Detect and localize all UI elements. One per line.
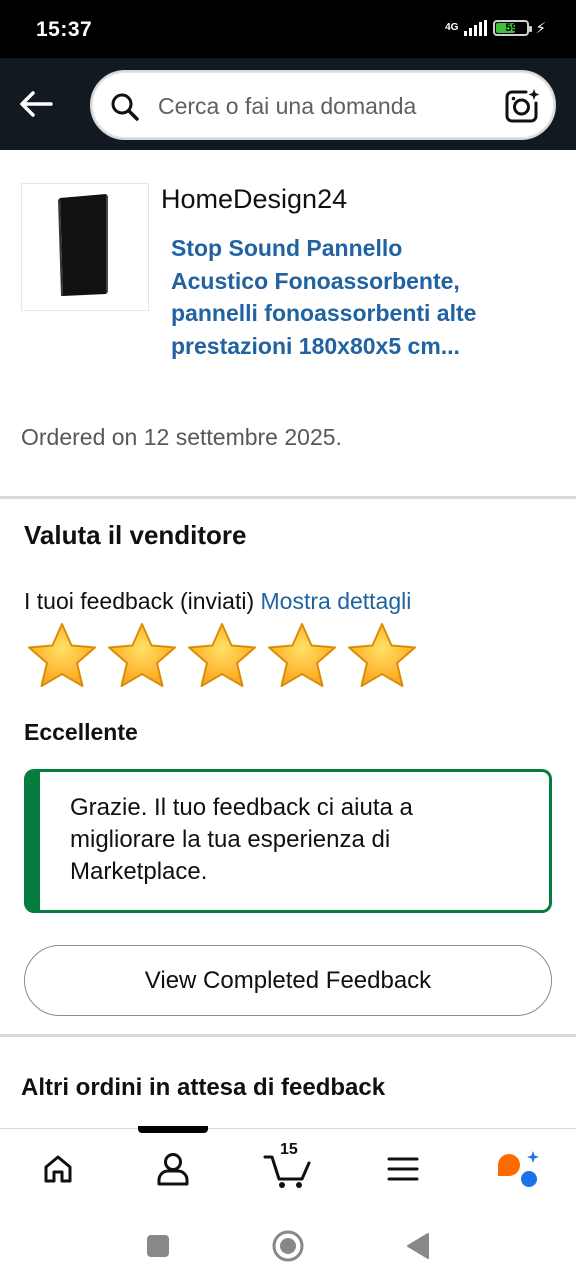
recents-button[interactable] [138, 1226, 178, 1266]
arrow-left-icon [20, 91, 53, 117]
seller-name: HomeDesign24 [161, 184, 348, 214]
battery-percent: 59 [505, 22, 518, 34]
show-details-link[interactable]: Mostra dettagli [261, 588, 412, 614]
signal-icon [464, 20, 488, 36]
system-navigation [0, 1206, 576, 1280]
star-icon[interactable] [346, 620, 418, 692]
circle-home-icon [272, 1230, 304, 1262]
network-label: 4G [445, 22, 459, 33]
alert-message: Grazie. Il tuo feedback ci aiuta a migli… [70, 794, 413, 885]
search-icon [111, 93, 139, 121]
account-icon [157, 1153, 189, 1186]
other-orders-heading: Altri ordini in attesa di feedback [21, 1074, 386, 1101]
app-header [0, 58, 576, 150]
back-button[interactable] [14, 86, 58, 122]
nav-account[interactable] [143, 1143, 203, 1195]
nav-cart[interactable]: 15 [258, 1141, 318, 1195]
bolt-icon: ⚡ [535, 20, 546, 37]
triangle-back-icon [407, 1233, 429, 1259]
battery-icon: 59 [493, 20, 533, 36]
product-image[interactable] [21, 183, 149, 311]
feedback-sent-label: I tuoi feedback (inviati) [24, 588, 255, 614]
rating-label: Eccellente [24, 719, 138, 745]
home-button[interactable] [268, 1226, 308, 1266]
nav-home[interactable] [28, 1143, 88, 1195]
section-divider [0, 496, 576, 499]
bottom-navigation: 15 [0, 1126, 576, 1206]
rate-seller-heading: Valuta il venditore [24, 520, 247, 550]
acoustic-panel-image [58, 194, 108, 296]
product-title-link[interactable]: Stop Sound Pannello Acustico Fonoassorbe… [171, 232, 501, 362]
status-bar: 15:37 4G 59 ⚡ [0, 0, 576, 58]
order-date: Ordered on 12 settembre 2025. [21, 424, 342, 450]
back-system-button[interactable] [398, 1226, 438, 1266]
home-icon [44, 1155, 72, 1183]
feedback-status: I tuoi feedback (inviati) Mostra dettagl… [24, 588, 411, 615]
search-input[interactable] [156, 90, 486, 122]
star-rating[interactable] [26, 620, 418, 692]
menu-icon [387, 1157, 419, 1181]
star-icon[interactable] [26, 620, 98, 692]
square-icon [147, 1235, 169, 1257]
status-time: 15:37 [36, 18, 93, 41]
status-icons: 4G 59 ⚡ [445, 19, 546, 37]
view-completed-feedback-button[interactable]: View Completed Feedback [24, 945, 552, 1016]
star-icon[interactable] [266, 620, 338, 692]
section-divider [0, 1034, 576, 1037]
star-icon[interactable] [106, 620, 178, 692]
camera-lens-icon[interactable] [504, 88, 540, 124]
nav-rufus[interactable] [488, 1143, 548, 1195]
feedback-success-alert: Grazie. Il tuo feedback ci aiuta a migli… [24, 769, 552, 913]
nav-menu[interactable] [373, 1143, 433, 1195]
search-bar[interactable] [90, 70, 556, 140]
active-tab-indicator [138, 1126, 208, 1133]
star-icon[interactable] [186, 620, 258, 692]
rufus-icon [498, 1151, 539, 1187]
cart-count-badge: 15 [280, 1141, 298, 1158]
